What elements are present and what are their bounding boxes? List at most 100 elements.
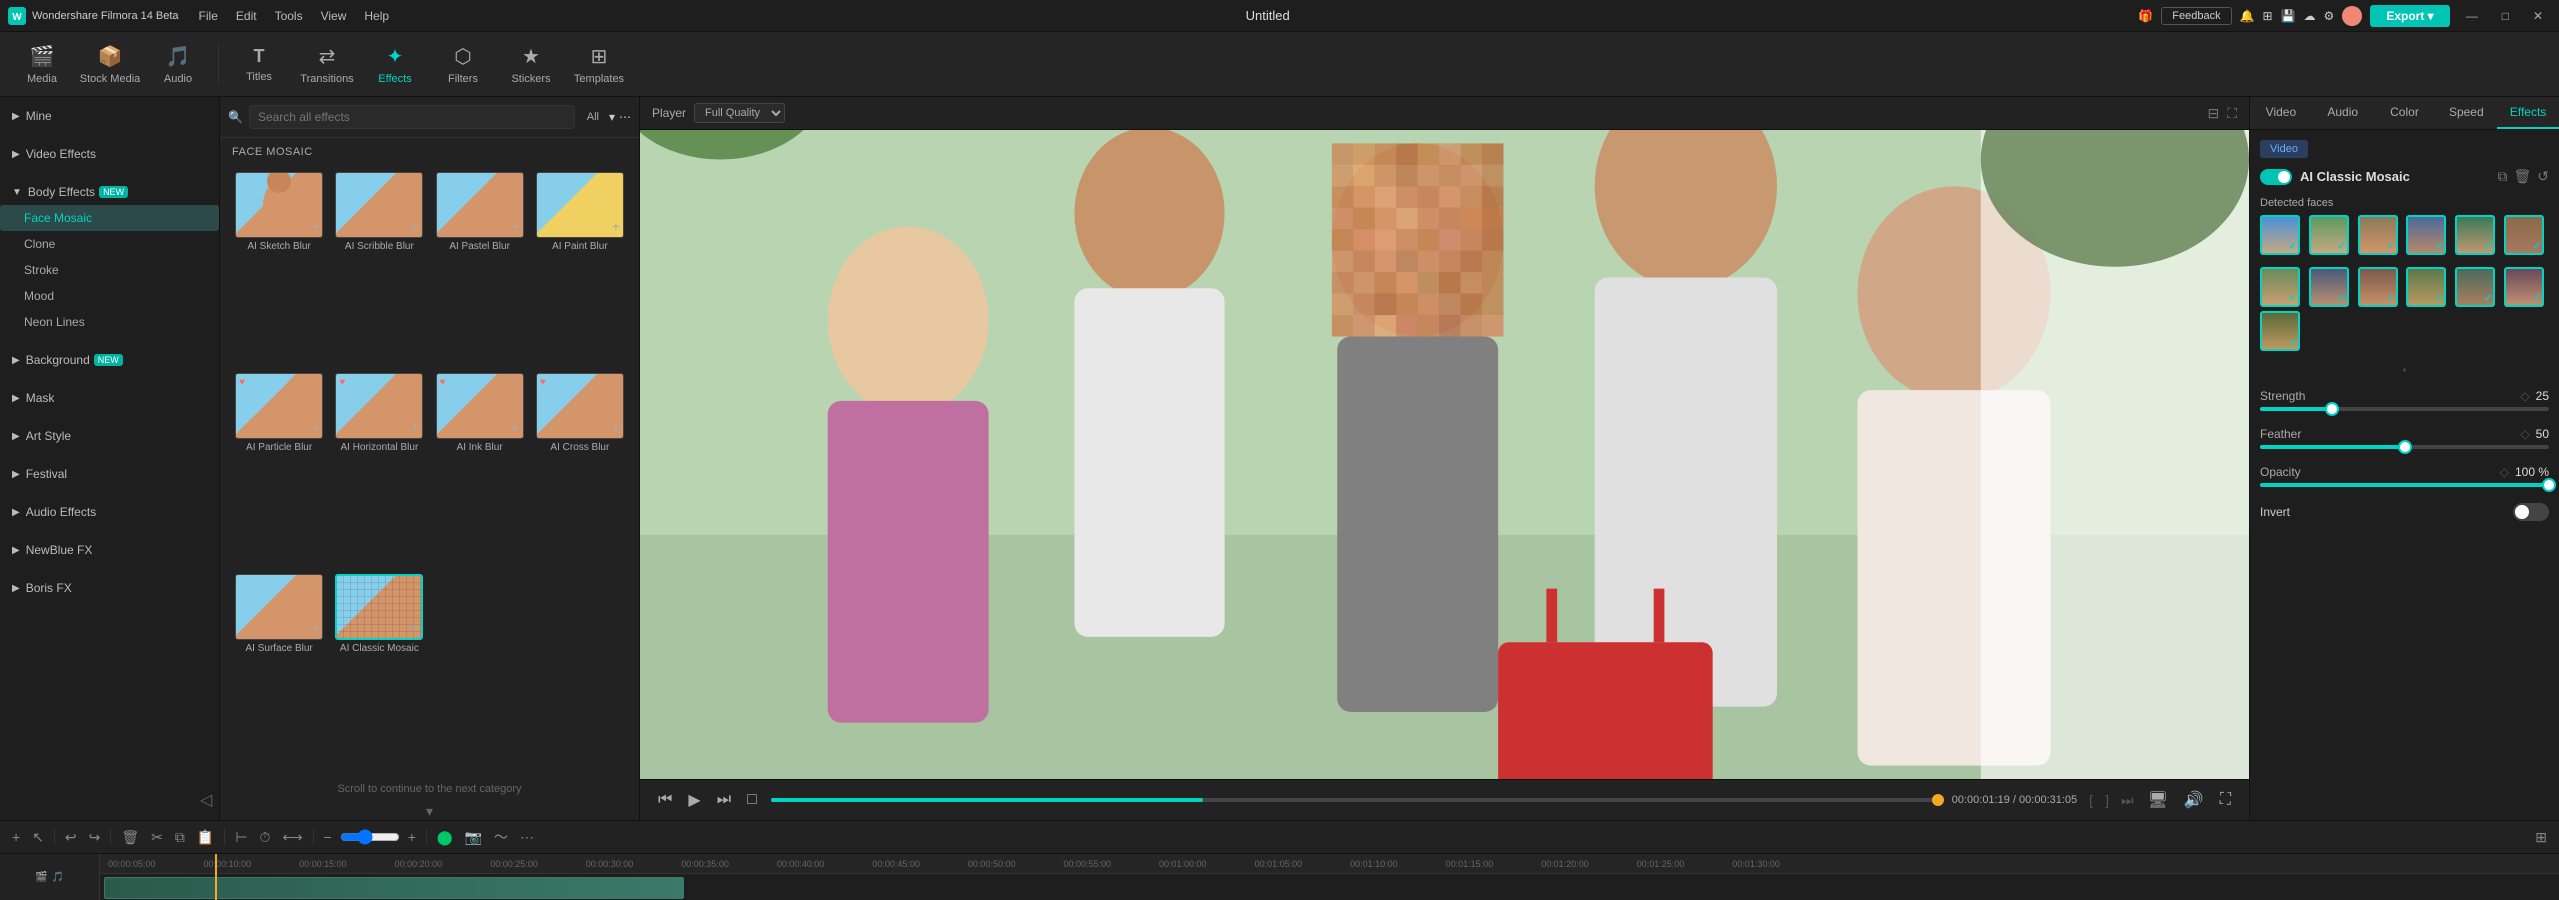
strength-keyframe-icon[interactable]: ◇ [2520, 389, 2529, 403]
face-4[interactable]: ✓ [2406, 215, 2446, 255]
effect-ai-ink-blur[interactable]: ♥ + AI Ink Blur [433, 373, 527, 568]
tl-paste[interactable]: 📋 [193, 827, 218, 848]
effect-ai-classic-mosaic[interactable]: + AI Classic Mosaic [332, 574, 426, 769]
face-13[interactable]: ✓ [2260, 311, 2300, 351]
icon-cloud[interactable]: ☁ [2304, 9, 2316, 23]
tab-color[interactable]: Color [2374, 97, 2436, 129]
toolbar-effects[interactable]: ✦ Effects [363, 36, 427, 92]
section-festival[interactable]: ▶ Festival [0, 461, 219, 487]
effect-toggle[interactable] [2260, 169, 2292, 185]
tl-redo[interactable]: ↪ [85, 827, 105, 848]
opacity-slider[interactable] [2260, 483, 2549, 487]
maximize-button[interactable]: □ [2494, 7, 2517, 25]
face-8[interactable]: ✓ [2309, 267, 2349, 307]
track-clip-main[interactable] [104, 877, 684, 899]
stop-button[interactable]: □ [745, 789, 759, 811]
tab-video[interactable]: Video [2250, 97, 2312, 129]
tl-copy[interactable]: ⧉ [171, 827, 189, 848]
icon-bell[interactable]: 🔔 [2240, 9, 2255, 23]
volume-button[interactable]: 🔊 [2182, 788, 2206, 812]
opacity-keyframe-icon[interactable]: ◇ [2500, 465, 2509, 479]
icon-gift[interactable]: 🎁 [2138, 9, 2153, 23]
face-10[interactable]: ✓ [2406, 267, 2446, 307]
toolbar-audio[interactable]: 🎵 Audio [146, 36, 210, 92]
tl-record[interactable]: ⬤ [433, 827, 457, 848]
effect-copy-icon[interactable]: ⧉ [2497, 168, 2507, 185]
forward-button[interactable]: ⏭ [715, 789, 733, 811]
menu-view[interactable]: View [313, 7, 355, 25]
tl-undo[interactable]: ↩ [61, 827, 81, 848]
tl-cut[interactable]: ✂ [147, 827, 167, 848]
effect-ai-cross-blur[interactable]: ♥ + AI Cross Blur [533, 373, 627, 568]
tl-settings-more[interactable]: ⋯ [516, 827, 538, 848]
tab-effects[interactable]: Effects [2497, 97, 2559, 129]
opacity-thumb[interactable] [2542, 478, 2556, 492]
effect-ai-scribble-blur[interactable]: + AI Scribble Blur [332, 172, 426, 367]
sidebar-item-stroke[interactable]: Stroke [0, 257, 219, 283]
sidebar-item-mood[interactable]: Mood [0, 283, 219, 309]
mark-out-button[interactable]: ] [2105, 792, 2109, 808]
effect-reset-icon[interactable]: ↺ [2537, 168, 2549, 185]
invert-toggle[interactable] [2513, 503, 2549, 521]
section-audio-effects[interactable]: ▶ Audio Effects [0, 499, 219, 525]
tl-split[interactable]: ⊢ [231, 827, 251, 848]
tl-zoom-out[interactable]: − [320, 827, 336, 847]
face-11[interactable]: ✓ [2455, 267, 2495, 307]
face-7[interactable]: ✓ [2260, 267, 2300, 307]
section-mask[interactable]: ▶ Mask [0, 385, 219, 411]
face-2[interactable]: ✓ [2309, 215, 2349, 255]
toolbar-stickers[interactable]: ★ Stickers [499, 36, 563, 92]
tl-speed[interactable]: ⏱ [256, 827, 275, 848]
toolbar-transitions[interactable]: ⇄ Transitions [295, 36, 359, 92]
export-button[interactable]: Export ▾ [2370, 5, 2449, 27]
strength-thumb[interactable] [2325, 402, 2339, 416]
toolbar-stock-media[interactable]: 📦 Stock Media [78, 36, 142, 92]
feedback-button[interactable]: Feedback [2161, 7, 2231, 25]
sidebar-item-neon-lines[interactable]: Neon Lines [0, 309, 219, 335]
mark-in-button[interactable]: [ [2089, 792, 2093, 808]
section-mine[interactable]: ▶ Mine [0, 103, 219, 129]
tl-waveform[interactable]: 〜 [490, 825, 512, 849]
face-12[interactable]: ✓ [2504, 267, 2544, 307]
sidebar-item-face-mosaic[interactable]: Face Mosaic [0, 205, 219, 231]
menu-help[interactable]: Help [356, 7, 397, 25]
toolbar-titles[interactable]: T Titles [227, 36, 291, 92]
section-boris[interactable]: ▶ Boris FX [0, 575, 219, 601]
fullscreen-button[interactable]: ⛶ [2218, 789, 2233, 811]
tl-add-track[interactable]: + [8, 827, 24, 847]
preview-icon-split[interactable]: ⊟ [2207, 105, 2219, 122]
preview-icon-fullscreen[interactable]: ⛶ [2227, 105, 2237, 122]
toolbar-templates[interactable]: ⊞ Templates [567, 36, 631, 92]
feather-keyframe-icon[interactable]: ◇ [2520, 427, 2529, 441]
screen-split-button[interactable]: 🖥 [2146, 788, 2170, 812]
minimize-button[interactable]: — [2458, 7, 2486, 25]
tl-delete[interactable]: 🗑 [117, 827, 143, 848]
menu-file[interactable]: File [191, 7, 226, 25]
progress-bar[interactable] [771, 798, 1940, 802]
effect-delete-icon[interactable]: 🗑 [2513, 168, 2531, 185]
timeline-tracks[interactable]: 00:00:05:00 00:00:10:00 00:00:15:00 00:0… [100, 854, 2559, 900]
search-input[interactable] [249, 105, 575, 129]
toolbar-media[interactable]: 🎬 Media [10, 36, 74, 92]
effect-ai-sketch-blur[interactable]: + AI Sketch Blur [232, 172, 326, 367]
tl-select[interactable]: ↖ [28, 827, 48, 848]
tl-transition[interactable]: ⟷ [278, 827, 306, 848]
close-button[interactable]: ✕ [2525, 7, 2551, 25]
section-video-effects[interactable]: ▶ Video Effects [0, 141, 219, 167]
quality-select[interactable]: Full Quality Half Quality [694, 103, 785, 123]
filter-all-button[interactable]: All [581, 109, 605, 125]
effect-ai-paint-blur[interactable]: + AI Paint Blur [533, 172, 627, 367]
playhead[interactable] [215, 854, 217, 900]
toolbar-filters[interactable]: ⬡ Filters [431, 36, 495, 92]
section-art-style[interactable]: ▶ Art Style [0, 423, 219, 449]
section-body-effects[interactable]: ▼ Body Effects NEW [0, 179, 219, 205]
tl-snapshot[interactable]: 📷 [461, 827, 486, 848]
effect-ai-pastel-blur[interactable]: + AI Pastel Blur [433, 172, 527, 367]
filter-more[interactable]: ⋯ [619, 110, 631, 124]
face-6[interactable]: ✓ [2504, 215, 2544, 255]
icon-settings[interactable]: ⚙ [2324, 9, 2335, 23]
sidebar-item-clone[interactable]: Clone [0, 231, 219, 257]
left-panel-collapse[interactable]: ◁ [200, 790, 212, 810]
skip-next[interactable]: ⏭ [2121, 792, 2134, 809]
face-3[interactable]: ✓ [2358, 215, 2398, 255]
